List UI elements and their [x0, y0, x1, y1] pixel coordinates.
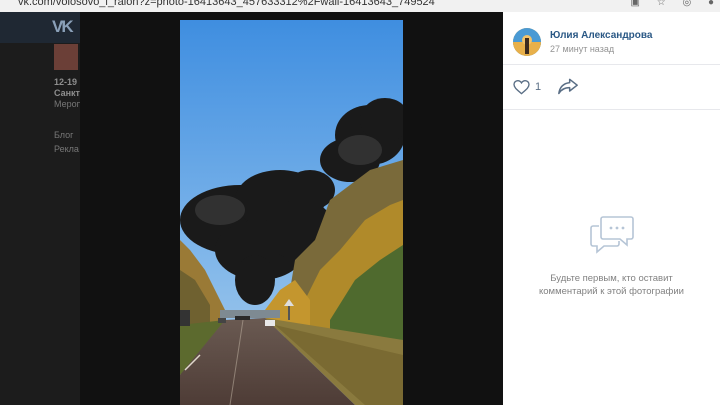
vk-logo-icon: VK — [52, 17, 74, 36]
photo-info-panel: Юлия Александрова 27 минут назад 1 Будьт… — [503, 12, 720, 405]
share-icon — [558, 78, 578, 95]
empty-comments-text: Будьте первым, кто оставит комментарий к… — [513, 272, 710, 298]
bg-line-5: Рекла — [54, 144, 79, 154]
empty-comments-line-1: Будьте первым, кто оставит — [550, 273, 673, 284]
like-count: 1 — [535, 81, 542, 93]
event-thumbnail — [54, 44, 78, 70]
comment-bubble-icon — [590, 216, 634, 254]
photo[interactable] — [180, 20, 403, 405]
heart-icon — [513, 79, 530, 95]
avatar[interactable] — [513, 28, 541, 56]
comments-area: Будьте первым, кто оставит комментарий к… — [503, 110, 720, 405]
bg-line-2: Санкт — [54, 88, 80, 98]
bg-line-1: 12-19 — [54, 77, 78, 87]
author-header: Юлия Александрова 27 минут назад — [503, 12, 720, 65]
photo-image — [180, 20, 403, 405]
action-bar: 1 — [503, 65, 720, 110]
browser-icons: ▣ ☆ ◎ ● — [616, 0, 714, 8]
extension-icon[interactable]: ◎ — [682, 0, 691, 8]
profile-icon[interactable]: ● — [708, 0, 714, 8]
translate-icon[interactable]: ▣ — [630, 0, 639, 8]
empty-comments-line-2: комментарий к этой фотографии — [539, 286, 684, 297]
star-icon[interactable]: ☆ — [657, 0, 666, 8]
like-button[interactable]: 1 — [513, 77, 541, 97]
post-time[interactable]: 27 минут назад — [550, 44, 614, 54]
avatar-image — [513, 28, 541, 56]
share-button[interactable] — [558, 77, 580, 97]
bg-line-4: Блог — [54, 130, 74, 140]
url-text[interactable]: vk.com/volosovo_i_raion?z=photo-16413643… — [18, 0, 435, 8]
browser-address-bar[interactable]: vk.com/volosovo_i_raion?z=photo-16413643… — [0, 0, 720, 12]
author-name-link[interactable]: Юлия Александрова — [550, 30, 652, 41]
bg-line-3: Мероп — [54, 99, 82, 109]
